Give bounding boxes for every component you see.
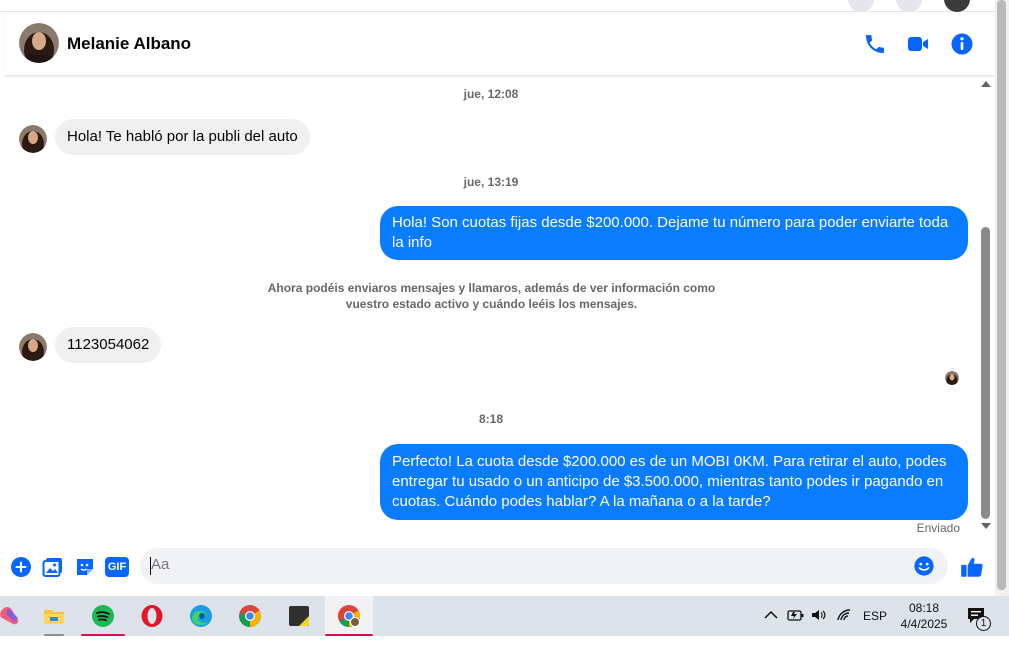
clock-date: 4/4/2025 xyxy=(900,617,948,631)
chrome-icon[interactable] xyxy=(228,596,272,636)
profile-avatar[interactable] xyxy=(944,0,970,12)
contact-avatar-small[interactable] xyxy=(19,333,47,361)
image-icon[interactable] xyxy=(41,555,65,579)
contact-name[interactable]: Melanie Albano xyxy=(67,34,191,54)
scrollbar-thumb[interactable] xyxy=(981,227,990,519)
chrome-profile-icon[interactable] xyxy=(325,596,373,636)
top-strip-button[interactable] xyxy=(896,0,922,12)
scroll-up-arrow-icon[interactable] xyxy=(981,81,991,87)
clock-time: 08:18 xyxy=(908,601,940,615)
top-strip xyxy=(0,0,995,12)
message-input-container[interactable] xyxy=(140,548,948,584)
contact-avatar[interactable] xyxy=(19,23,59,63)
emoji-icon[interactable] xyxy=(913,555,935,577)
video-camera-icon[interactable] xyxy=(906,32,930,56)
plus-icon[interactable] xyxy=(9,555,33,579)
composer: GIF xyxy=(0,540,995,596)
scroll-down-arrow-icon[interactable] xyxy=(981,523,991,529)
edge-icon[interactable] xyxy=(179,596,223,636)
timestamp: jue, 12:08 xyxy=(463,87,519,101)
chat-header: Melanie Albano xyxy=(4,12,995,76)
connection-notice: Ahora podéis enviaros mensajes y llamaro… xyxy=(267,281,716,311)
notification-badge: 1 xyxy=(976,616,991,631)
contact-avatar-small[interactable] xyxy=(19,125,47,153)
copilot-icon[interactable] xyxy=(0,596,32,636)
language-indicator[interactable]: ESP xyxy=(863,609,887,649)
messenger-window: Melanie Albano jue, 12:08 Hola! Te habló… xyxy=(0,0,1009,596)
chat-scrollbar[interactable] xyxy=(978,77,995,539)
message-outgoing[interactable]: Perfecto! La cuota desde $200.000 es de … xyxy=(380,444,968,520)
thumbs-up-icon[interactable] xyxy=(959,554,985,580)
phone-icon[interactable] xyxy=(863,32,887,56)
volume-icon[interactable] xyxy=(810,608,828,622)
chevron-up-icon[interactable] xyxy=(764,610,778,620)
wifi-icon[interactable] xyxy=(836,608,852,622)
timestamp: jue, 13:19 xyxy=(463,175,519,189)
battery-icon[interactable] xyxy=(787,608,805,622)
system-clock[interactable]: 08:18 4/4/2025 xyxy=(896,600,952,632)
seen-avatar xyxy=(945,371,959,385)
top-strip-button[interactable] xyxy=(848,0,874,12)
gif-icon[interactable]: GIF xyxy=(105,557,129,577)
message-input[interactable] xyxy=(151,556,911,573)
windows-taskbar: ESP 08:18 4/4/2025 1 xyxy=(0,596,1009,636)
message-list[interactable]: jue, 12:08 Hola! Te habló por la publi d… xyxy=(4,77,978,539)
timestamp: 8:18 xyxy=(478,412,504,426)
sent-status: Enviado xyxy=(916,521,960,535)
sticky-notes-icon[interactable] xyxy=(277,596,321,636)
file-explorer-icon[interactable] xyxy=(32,596,76,636)
message-outgoing[interactable]: Hola! Son cuotas fijas desde $200.000. D… xyxy=(380,206,968,260)
message-incoming[interactable]: 1123054062 xyxy=(55,327,162,363)
message-incoming[interactable]: Hola! Te habló por la publi del auto xyxy=(55,119,310,155)
spotify-icon[interactable] xyxy=(81,596,125,636)
page-scrollbar[interactable] xyxy=(995,0,1009,596)
sticker-icon[interactable] xyxy=(73,555,97,579)
info-icon[interactable] xyxy=(950,32,974,56)
opera-icon[interactable] xyxy=(130,596,174,636)
page-scrollbar-thumb[interactable] xyxy=(997,0,1006,590)
